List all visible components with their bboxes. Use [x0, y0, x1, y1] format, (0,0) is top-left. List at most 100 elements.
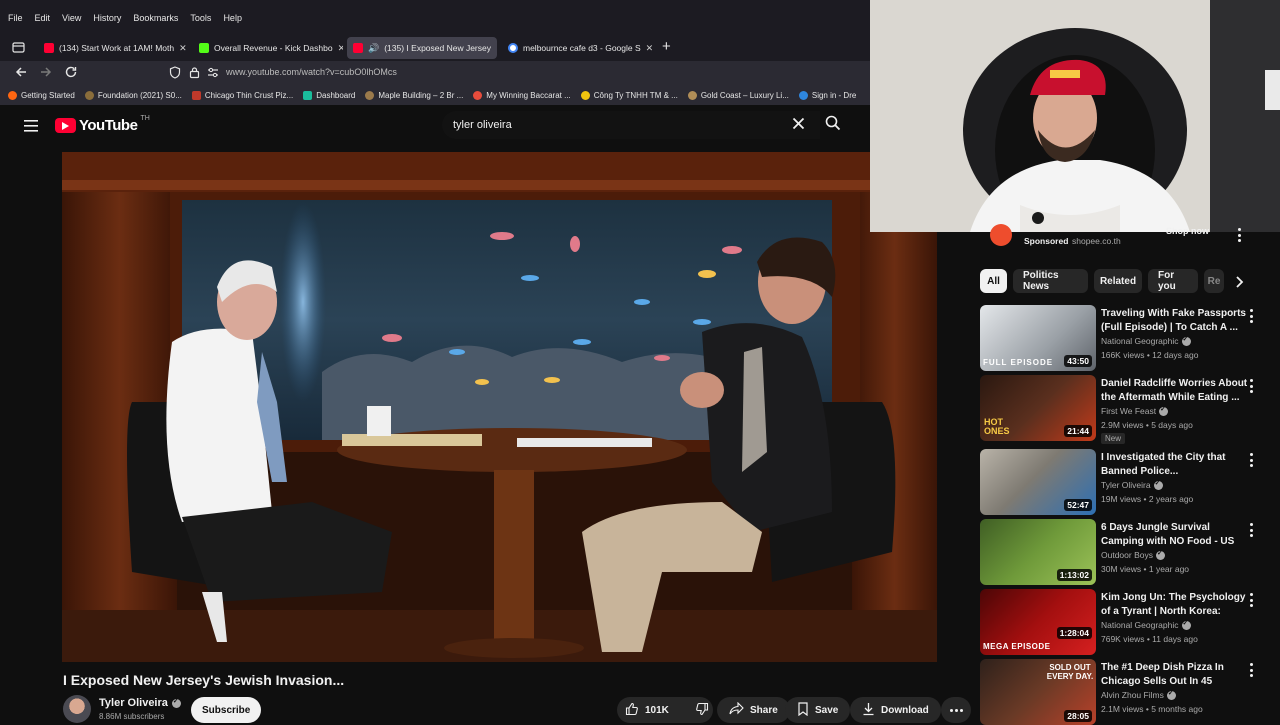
bookmark-item[interactable]: Sign in - Dre [798, 90, 856, 100]
download-icon [862, 702, 875, 719]
shield-icon[interactable] [169, 66, 181, 81]
bookmark-item[interactable]: Dashboard [303, 90, 356, 100]
tab-overview-icon[interactable] [12, 41, 25, 59]
video-thumbnail[interactable]: 1:13:02 [980, 519, 1096, 585]
bookmark-item[interactable]: Công Ty TNHH TM & ... [580, 90, 678, 100]
url-bar[interactable]: www.youtube.com/watch?v=cubO0lhOMcs [226, 67, 397, 77]
search-button[interactable] [818, 111, 848, 139]
video-thumbnail[interactable]: 52:47 [980, 449, 1096, 515]
menu-history[interactable]: History [93, 13, 121, 23]
recommendation-item[interactable]: MEGA EPISODE 1:28:04 Kim Jong Un: The Ps… [980, 589, 1270, 655]
video-title[interactable]: Daniel Radcliffe Worries About the After… [1101, 377, 1249, 405]
close-tab-icon[interactable]: ✕ [338, 43, 343, 54]
more-options-icon[interactable] [1248, 453, 1254, 467]
more-options-icon[interactable] [1248, 523, 1254, 537]
download-button[interactable]: Download [850, 697, 941, 723]
shop-now-button[interactable]: Shop now [1166, 226, 1209, 236]
video-thumbnail[interactable]: SOLD OUT EVERY DAY. 28:05 [980, 659, 1096, 725]
video-title[interactable]: I Investigated the City that Banned Poli… [1101, 451, 1249, 479]
new-tab-icon[interactable]: + [662, 38, 671, 55]
chevron-right-icon[interactable] [1234, 275, 1244, 293]
menu-view[interactable]: View [62, 13, 81, 23]
chip-for-you[interactable]: For you [1148, 269, 1198, 293]
menu-bookmarks[interactable]: Bookmarks [133, 13, 178, 23]
save-button[interactable]: Save [785, 697, 851, 723]
more-options-icon[interactable] [1248, 663, 1254, 677]
chip-politics-news[interactable]: Politics News [1013, 269, 1088, 293]
channel-name[interactable]: National Geographic [1101, 619, 1191, 630]
chip-related[interactable]: Related [1094, 269, 1142, 293]
channel-avatar[interactable] [63, 695, 91, 723]
browser-tab[interactable]: melbournce cafe d3 - Google S ✕ [502, 37, 652, 59]
menu-help[interactable]: Help [223, 13, 242, 23]
tab-title: (134) Start Work at 1AM! Moth [59, 43, 175, 53]
channel-name[interactable]: National Geographic [1101, 335, 1191, 346]
hamburger-menu-icon[interactable] [24, 119, 38, 137]
video-metadata: 19M views • 2 years ago [1101, 494, 1194, 504]
bookmark-label: Maple Building – 2 Br ... [378, 90, 464, 100]
clear-search-icon[interactable] [792, 117, 805, 135]
menu-tools[interactable]: Tools [190, 13, 211, 23]
video-thumbnail[interactable]: FULL EPISODE 43:50 [980, 305, 1096, 371]
recommendation-item[interactable]: SOLD OUT EVERY DAY. 28:05 The #1 Deep Di… [980, 659, 1270, 725]
close-tab-icon[interactable]: ✕ [646, 43, 652, 54]
channel-name-link[interactable]: Tyler Oliveira [99, 697, 181, 709]
recommendation-item[interactable]: FULL EPISODE 43:50 Traveling With Fake P… [980, 305, 1270, 371]
youtube-logo[interactable]: YouTube TH [55, 115, 150, 134]
more-actions-button[interactable] [941, 697, 971, 723]
channel-name[interactable]: Tyler Oliveira [1101, 479, 1163, 490]
bookmark-label: Dashboard [316, 90, 356, 100]
channel-name-text: National Geographic [1101, 620, 1179, 630]
subscribe-button[interactable]: Subscribe [191, 697, 262, 723]
video-title[interactable]: The #1 Deep Dish Pizza In Chicago Sells … [1101, 661, 1249, 689]
recommendation-item[interactable]: 1:13:02 6 Days Jungle Survival Camping w… [980, 519, 1270, 585]
sponsored-ad[interactable]: Sponsored shopee.co.th Shop now [980, 222, 1270, 250]
video-metadata: 2.9M views • 5 days ago [1101, 420, 1193, 430]
channel-name-text: Tyler Oliveira [1101, 480, 1151, 490]
browser-tab[interactable]: (134) Start Work at 1AM! Moth ✕ [38, 37, 186, 59]
more-options-icon[interactable] [1248, 379, 1254, 393]
bookmark-label: Getting Started [21, 90, 75, 100]
like-button[interactable]: 101K [617, 697, 669, 723]
verified-icon [1181, 335, 1191, 346]
bookmark-item[interactable]: Gold Coast – Luxury Li... [687, 90, 789, 100]
recommendation-item[interactable]: 52:47 I Investigated the City that Banne… [980, 449, 1270, 515]
menu-file[interactable]: File [8, 13, 23, 23]
chip-all[interactable]: All [980, 269, 1007, 293]
bookmark-item[interactable]: Foundation (2021) S0... [84, 90, 182, 100]
more-options-icon[interactable] [1248, 593, 1254, 607]
recommendation-item[interactable]: HOT ONES 21:44 Daniel Radcliffe Worries … [980, 375, 1270, 444]
channel-name[interactable]: First We Feast [1101, 405, 1169, 416]
video-title[interactable]: 6 Days Jungle Survival Camping with NO F… [1101, 521, 1249, 549]
channel-name[interactable]: Alvin Zhou Films [1101, 689, 1176, 700]
video-title[interactable]: Kim Jong Un: The Psychology of a Tyrant … [1101, 591, 1249, 619]
more-options-icon[interactable] [1248, 309, 1254, 323]
share-button[interactable]: Share [717, 697, 790, 723]
permissions-icon[interactable] [207, 66, 219, 81]
bookmark-item[interactable]: My Winning Baccarat ... [473, 90, 571, 100]
back-icon[interactable] [14, 65, 28, 81]
lock-icon[interactable] [189, 66, 200, 81]
video-title[interactable]: Traveling With Fake Passports (Full Epis… [1101, 307, 1249, 335]
close-tab-icon[interactable]: ✕ [179, 43, 186, 54]
forward-icon[interactable] [39, 65, 53, 81]
bookmark-item[interactable]: Chicago Thin Crust Piz... [191, 90, 293, 100]
ad-more-options-icon[interactable] [1236, 228, 1242, 242]
chip-truncated[interactable]: Re [1204, 269, 1224, 293]
video-thumbnail[interactable]: HOT ONES 21:44 [980, 375, 1096, 441]
browser-tab-active[interactable]: 🔊 (135) I Exposed New Jersey ✕ [347, 37, 497, 59]
search-input[interactable]: tyler oliveira [442, 111, 820, 139]
bookmark-item[interactable]: Getting Started [8, 90, 75, 100]
channel-name[interactable]: Outdoor Boys [1101, 549, 1165, 560]
verified-icon [1166, 689, 1176, 700]
bookmark-item[interactable]: Maple Building – 2 Br ... [365, 90, 464, 100]
browser-tab[interactable]: Overall Revenue - Kick Dashbo ✕ [193, 37, 343, 59]
close-tab-icon[interactable]: ✕ [496, 43, 497, 54]
dislike-button[interactable] [687, 697, 717, 723]
video-player[interactable] [62, 152, 937, 662]
speaker-icon[interactable]: 🔊 [368, 43, 379, 54]
video-thumbnail[interactable]: MEGA EPISODE 1:28:04 [980, 589, 1096, 655]
reload-icon[interactable] [64, 65, 78, 81]
video-duration: 21:44 [1064, 425, 1092, 437]
menu-edit[interactable]: Edit [35, 13, 51, 23]
